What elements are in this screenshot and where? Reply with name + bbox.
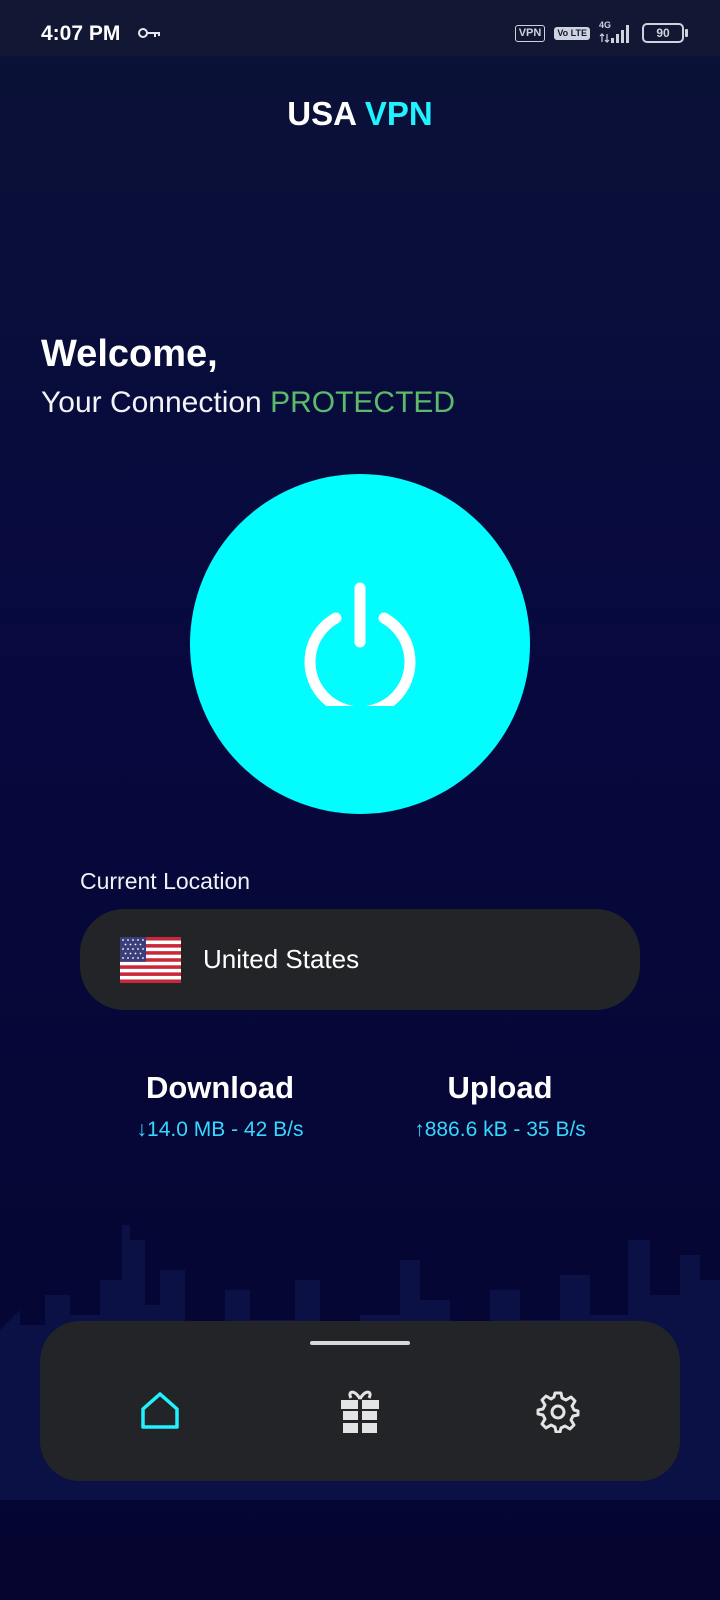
connection-status-line: Your Connection PROTECTED — [41, 386, 455, 420]
nav-settings[interactable] — [528, 1381, 588, 1441]
connection-status: PROTECTED — [270, 386, 456, 419]
upload-stat: Upload ↑886.6 kB - 35 B/s — [360, 1070, 640, 1142]
connection-prefix: Your Connection — [41, 386, 262, 419]
download-value: ↓14.0 MB - 42 B/s — [136, 1118, 304, 1141]
key-icon — [138, 26, 162, 44]
app-title: USA VPN — [0, 95, 720, 133]
upload-title: Upload — [447, 1070, 553, 1105]
download-stat: Download ↓14.0 MB - 42 B/s — [80, 1070, 360, 1142]
status-icons: VPN Vo LTE 4G 90 — [514, 20, 688, 44]
location-selector[interactable]: United States — [80, 909, 640, 1010]
bottom-navigation — [40, 1321, 680, 1481]
status-bar: 4:07 PM VPN Vo LTE 4G 90 — [0, 0, 720, 56]
home-icon — [141, 1392, 179, 1429]
status-time: 4:07 PM — [41, 22, 121, 45]
app-title-accent: VPN — [364, 95, 433, 132]
volte-badge: Vo LTE — [554, 26, 590, 40]
nav-gift[interactable] — [330, 1381, 390, 1441]
power-button[interactable] — [190, 474, 530, 814]
current-location-label: Current Location — [80, 868, 251, 894]
vpn-badge: VPN — [514, 24, 546, 42]
battery-indicator: 90 — [642, 23, 688, 43]
upload-value: ↑886.6 kB - 35 B/s — [414, 1118, 586, 1141]
power-icon — [304, 582, 416, 706]
location-country: United States — [203, 944, 360, 974]
gear-icon — [536, 1391, 580, 1433]
drag-handle[interactable] — [310, 1341, 410, 1345]
download-title: Download — [145, 1070, 295, 1105]
app-title-main: USA — [287, 95, 356, 132]
signal-icon: 4G — [599, 20, 633, 44]
gift-icon — [341, 1390, 379, 1433]
welcome-heading: Welcome, — [41, 333, 218, 375]
us-flag-icon — [120, 936, 181, 983]
nav-home[interactable] — [130, 1381, 190, 1441]
